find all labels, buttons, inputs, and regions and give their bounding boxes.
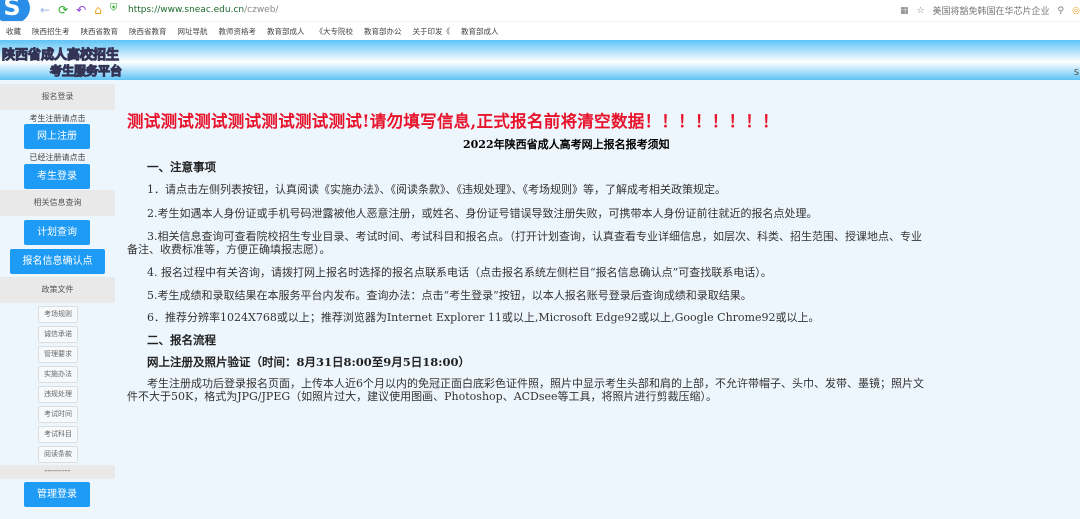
search-icon[interactable]: ⚲: [1058, 6, 1065, 16]
bookmark[interactable]: 教师资格考: [219, 26, 257, 37]
register-hint: 考生注册请点击: [29, 114, 86, 123]
notice-item: 2.考生如遇本人身份证或手机号码泄露被他人恶意注册，或姓名、身份证号错误导致注册…: [147, 207, 818, 220]
menu-icon[interactable]: ◎: [1072, 6, 1080, 16]
section-header: 政策文件: [0, 277, 115, 303]
sidebar: 报名登录 考生注册请点击 网上注册 已经注册请点击 考生登录 相关信息查询 计划…: [0, 82, 115, 519]
banner-title: 陕西省成人高校招生: [1, 48, 120, 64]
notice-item: 5.考生成绩和录取结果在本服务平台内发布。查询办法：点击“考生登录”按钮，以本人…: [147, 289, 752, 302]
undo-icon[interactable]: ↶: [76, 3, 86, 17]
back-icon[interactable]: ←: [40, 3, 50, 17]
doc-link[interactable]: 诚信承诺: [38, 326, 78, 343]
login-hint: 已经注册请点击: [29, 153, 86, 162]
test-warning: 测试测试测试测试测试测试测试!请勿填写信息,正式报名前将清空数据！！！！！！！！: [127, 112, 779, 131]
bookmark[interactable]: 关于印发《: [413, 26, 451, 37]
bookmark[interactable]: 陕西省教育: [129, 26, 167, 37]
doc-link[interactable]: 管理要求: [38, 346, 78, 363]
doc-link[interactable]: 阅读条款: [38, 446, 78, 463]
url-path: /czweb/: [244, 5, 279, 15]
divider: ---------: [0, 465, 115, 479]
notice-item: 6．推荐分辨率1024X768或以上；推荐浏览器为Internet Explor…: [147, 311, 820, 324]
bookmark[interactable]: 教育部成人: [267, 26, 305, 37]
section-heading: 二、报名流程: [147, 333, 216, 347]
address-bar[interactable]: https://www.sneac.edu.cn/czweb/: [128, 5, 278, 15]
subsection-heading: 网上注册及照片验证（时间：8月31日8:00至9月5日18:00）: [147, 355, 471, 369]
doc-link[interactable]: 实施办法: [38, 366, 78, 383]
bookmark[interactable]: 教育部成人: [461, 26, 499, 37]
bookmark[interactable]: 收藏: [6, 26, 21, 37]
section-header: 相关信息查询: [0, 190, 115, 216]
plan-query-button[interactable]: 计划查询: [24, 220, 90, 245]
banner-subtitle: 考生服务平台: [49, 64, 123, 79]
bookmarks-bar: 收藏 陕西招生考 陕西省教育 陕西省教育 网址导航 教师资格考 教育部成人 《大…: [0, 21, 1080, 40]
shield-icon: ⛨: [109, 3, 118, 14]
notice-item: 1．请点击左侧列表按钮，认真阅读《实施办法》、《阅读条款》、《违规处理》、《考场…: [147, 183, 726, 196]
main-content: 测试测试测试测试测试测试测试!请勿填写信息,正式报名前将清空数据！！！！！！！！…: [115, 82, 1080, 519]
login-button[interactable]: 考生登录: [24, 164, 90, 189]
section-header: 报名登录: [0, 84, 115, 110]
admin-login-button[interactable]: 管理登录: [24, 482, 90, 507]
url-host: https://www.sneac.edu.cn: [128, 5, 245, 15]
bookmark[interactable]: 网址导航: [178, 26, 208, 37]
doc-link[interactable]: 违规处理: [38, 386, 78, 403]
register-button[interactable]: 网上注册: [24, 124, 90, 149]
doc-link[interactable]: 考试科目: [38, 426, 78, 443]
star-icon[interactable]: ☆: [916, 6, 924, 16]
notice-title: 2022年陕西省成人高考网上报名报考须知: [463, 138, 670, 151]
home-icon[interactable]: ⌂: [94, 3, 102, 17]
bookmark[interactable]: 陕西招生考: [32, 26, 70, 37]
bookmark[interactable]: 《大专院校: [316, 26, 354, 37]
news-text[interactable]: 美国将豁免韩国在华芯片企业: [933, 4, 1050, 17]
bookmark[interactable]: 陕西省教育: [81, 26, 119, 37]
notice-item: 4. 报名过程中有关咨询，请拨打网上报名时选择的报名点联系电话（点击报名系统左侧…: [147, 266, 772, 279]
section-heading: 一、注意事项: [147, 160, 216, 174]
doc-link[interactable]: 考场规则: [38, 306, 78, 323]
refresh-icon[interactable]: ⟳: [58, 3, 68, 17]
notice-item: 3.相关信息查询可查看院校招生专业目录、考试时间、考试科目和报名点。（打开计划查…: [127, 230, 922, 256]
banner-corner: S: [1073, 68, 1079, 77]
browser-toolbar: S ← ⟳ ↶ ⌂ ⛨ https://www.sneac.edu.cn/czw…: [0, 0, 1080, 24]
site-banner: 陕西省成人高校招生 考生服务平台 S: [0, 40, 1080, 80]
site-confirm-button[interactable]: 报名信息确认点: [10, 249, 105, 274]
qr-icon[interactable]: ▦: [900, 6, 909, 16]
doc-link[interactable]: 考试时间: [38, 406, 78, 423]
bookmark[interactable]: 教育部办公: [364, 26, 402, 37]
photo-requirements: 考生注册成功后登录报名页面，上传本人近6个月以内的免冠正面白底彩色证件照，照片中…: [127, 377, 924, 403]
